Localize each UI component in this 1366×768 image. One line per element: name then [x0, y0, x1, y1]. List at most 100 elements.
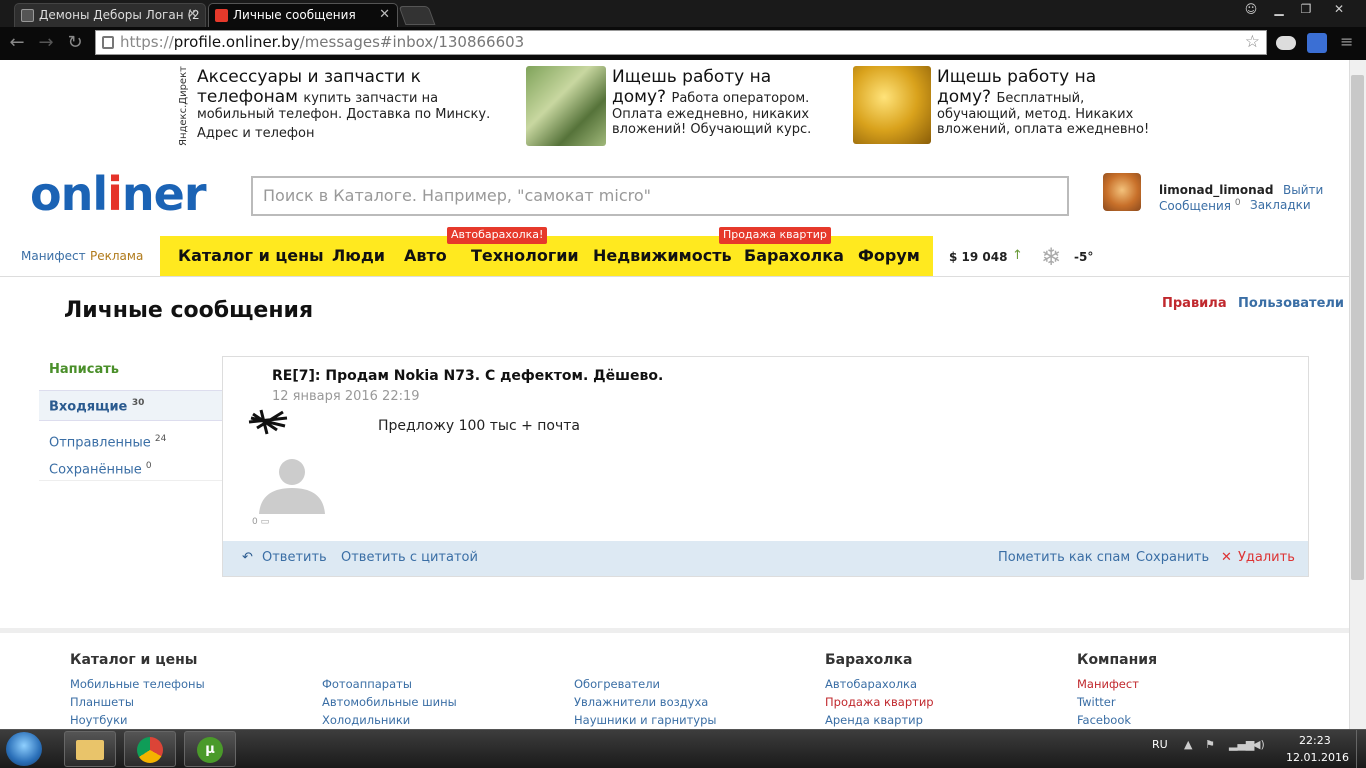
bookmarks-link[interactable]: Закладки [1250, 198, 1311, 212]
temperature[interactable]: -5° [1074, 250, 1093, 264]
footer-link[interactable]: Аренда квартир [825, 713, 923, 727]
back-arrow-icon[interactable]: ← [6, 33, 28, 55]
bookmark-star-icon[interactable]: ☆ [1245, 31, 1260, 54]
username-link[interactable]: limonad_limonad [1159, 183, 1273, 197]
close-tab-icon[interactable]: ✕ [187, 4, 198, 26]
message-date: 12 января 2016 22:19 [272, 389, 420, 404]
footer-link[interactable]: Ноутбуки [70, 713, 128, 727]
mark-spam-button[interactable]: Пометить как спам [998, 550, 1130, 565]
inbox-label[interactable]: Входящие 30 [49, 398, 144, 414]
footer-link[interactable]: Twitter [1077, 695, 1116, 709]
menu-icon[interactable]: ≡ [1340, 32, 1353, 51]
reply-button[interactable]: Ответить [262, 550, 327, 565]
start-button[interactable] [6, 732, 42, 766]
close-tab-icon[interactable]: ✕ [379, 4, 390, 26]
url-scheme: https:// [120, 33, 174, 51]
logout-link[interactable]: Выйти [1283, 183, 1323, 197]
footer-link[interactable]: Facebook [1077, 713, 1131, 727]
menu-realty[interactable]: Недвижимость [593, 236, 732, 276]
volume-icon[interactable]: ◀) [1252, 738, 1265, 751]
currency-rate[interactable]: $ 19 048 [949, 250, 1007, 264]
sender-avatar-placeholder-icon[interactable] [257, 456, 327, 514]
delete-button[interactable]: Удалить [1238, 550, 1295, 565]
sidebar-item-saved[interactable]: Сохранённые 0 [49, 461, 152, 477]
footer-link[interactable]: Автомобильные шины [322, 695, 457, 709]
ad-block[interactable]: Аксессуары и запчасти к телефонам купить… [197, 67, 507, 141]
footer-heading[interactable]: Барахолка [825, 652, 912, 668]
write-message-link[interactable]: Написать [49, 362, 119, 377]
action-center-icon[interactable]: ⚑ [1205, 738, 1215, 751]
reload-icon[interactable]: ↻ [64, 33, 86, 55]
address-bar[interactable]: https://profile.onliner.by/messages#inbo… [95, 30, 1267, 55]
browser-tab-active[interactable]: Личные сообщения ✕ [208, 3, 398, 27]
messages-link[interactable]: Сообщения 0 [1159, 198, 1241, 213]
save-button[interactable]: Сохранить [1136, 550, 1209, 565]
footer-link[interactable]: Продажа квартир [825, 695, 934, 709]
footer-link[interactable]: Увлажнители воздуха [574, 695, 708, 709]
ad-block[interactable]: Ищешь работу на дому? Работа оператором.… [612, 67, 842, 137]
forward-arrow-icon[interactable]: → [35, 33, 57, 55]
page-favicon-icon [21, 9, 34, 22]
reply-quote-button[interactable]: Ответить с цитатой [341, 550, 478, 565]
coins-ad-image[interactable] [853, 66, 931, 144]
ad-text: Бесплатный, [996, 91, 1085, 106]
browser-tab[interactable]: Демоны Деборы Логан (2 ✕ [14, 3, 206, 27]
ad-address-link[interactable]: Адрес и телефон [197, 126, 507, 141]
ad-text: Работа оператором. [671, 91, 810, 106]
advertising-link[interactable]: Реклама [90, 249, 143, 263]
footer-heading[interactable]: Каталог и цены [70, 652, 197, 668]
footer-link[interactable]: Фотоаппараты [322, 677, 412, 691]
rules-link[interactable]: Правила [1162, 296, 1227, 311]
url-host: profile.onliner.by [173, 33, 300, 51]
ad-block[interactable]: Ищешь работу на дому? Бесплатный, обучаю… [937, 67, 1177, 137]
saved-text: Сохранённые [49, 462, 142, 478]
footer-link[interactable]: Планшеты [70, 695, 134, 709]
language-indicator[interactable]: RU [1152, 738, 1168, 751]
translate-extension-icon[interactable] [1307, 33, 1327, 53]
page-security-icon [102, 36, 114, 49]
catalog-search-input[interactable]: Поиск в Каталоге. Например, "самокат mic… [251, 176, 1069, 216]
footer-link[interactable]: Автобарахолка [825, 677, 917, 691]
delete-x-icon[interactable]: ✕ [1221, 550, 1232, 565]
menu-catalog[interactable]: Каталог и цены [178, 236, 324, 276]
user-avatar[interactable] [1103, 173, 1141, 211]
users-link[interactable]: Пользователи [1238, 296, 1344, 311]
manifest-link[interactable]: Манифест [21, 249, 86, 263]
restore-window-button[interactable]: ❐ [1293, 0, 1319, 20]
saved-count: 0 [145, 461, 152, 471]
show-hidden-icons-icon[interactable]: ▲ [1184, 738, 1192, 751]
menu-forum[interactable]: Форум [858, 236, 920, 276]
footer-link[interactable]: Холодильники [322, 713, 410, 727]
show-desktop-button[interactable] [1356, 730, 1366, 768]
user-profile-icon[interactable]: ☺ [1238, 0, 1264, 20]
sidebar-item-sent[interactable]: Отправленные 24 [49, 434, 166, 450]
chrome-taskbar-button[interactable] [124, 731, 176, 767]
new-tab-button[interactable] [398, 6, 436, 25]
comment-count-value: 0 [252, 517, 258, 527]
auto-promo-badge[interactable]: Автобарахолка! [447, 227, 548, 244]
onliner-logo[interactable]: onliner [30, 167, 207, 221]
network-signal-icon[interactable]: ▂▄▆ [1229, 738, 1254, 751]
comment-bubble-icon: ▭ [260, 517, 270, 527]
scrollbar-thumb[interactable] [1351, 75, 1364, 580]
close-window-button[interactable]: ✕ [1324, 0, 1354, 20]
footer-link[interactable]: Манифест [1077, 677, 1139, 691]
ad-text: купить запчасти на [303, 91, 439, 106]
explorer-taskbar-button[interactable] [64, 731, 116, 767]
footer-link[interactable]: Мобильные телефоны [70, 677, 205, 691]
footer-link[interactable]: Обогреватели [574, 677, 660, 691]
clock-time[interactable]: 22:23 [1299, 734, 1331, 747]
menu-people[interactable]: Люди [332, 236, 385, 276]
messages-label: Сообщения [1159, 199, 1232, 213]
clock-date[interactable]: 12.01.2016 [1286, 751, 1349, 764]
footer-heading[interactable]: Компания [1077, 652, 1157, 668]
weather-extension-icon[interactable] [1276, 36, 1296, 50]
footer-link[interactable]: Наушники и гарнитуры [574, 713, 717, 727]
menu-auto[interactable]: Авто [404, 236, 447, 276]
minimize-window-button[interactable]: ▁ [1266, 0, 1292, 20]
reply-arrow-icon[interactable]: ↶ [242, 550, 253, 565]
flats-promo-badge[interactable]: Продажа квартир [719, 227, 831, 244]
logo-text: onl [30, 167, 108, 221]
money-ad-image[interactable] [526, 66, 606, 146]
utorrent-taskbar-button[interactable]: µ [184, 731, 236, 767]
